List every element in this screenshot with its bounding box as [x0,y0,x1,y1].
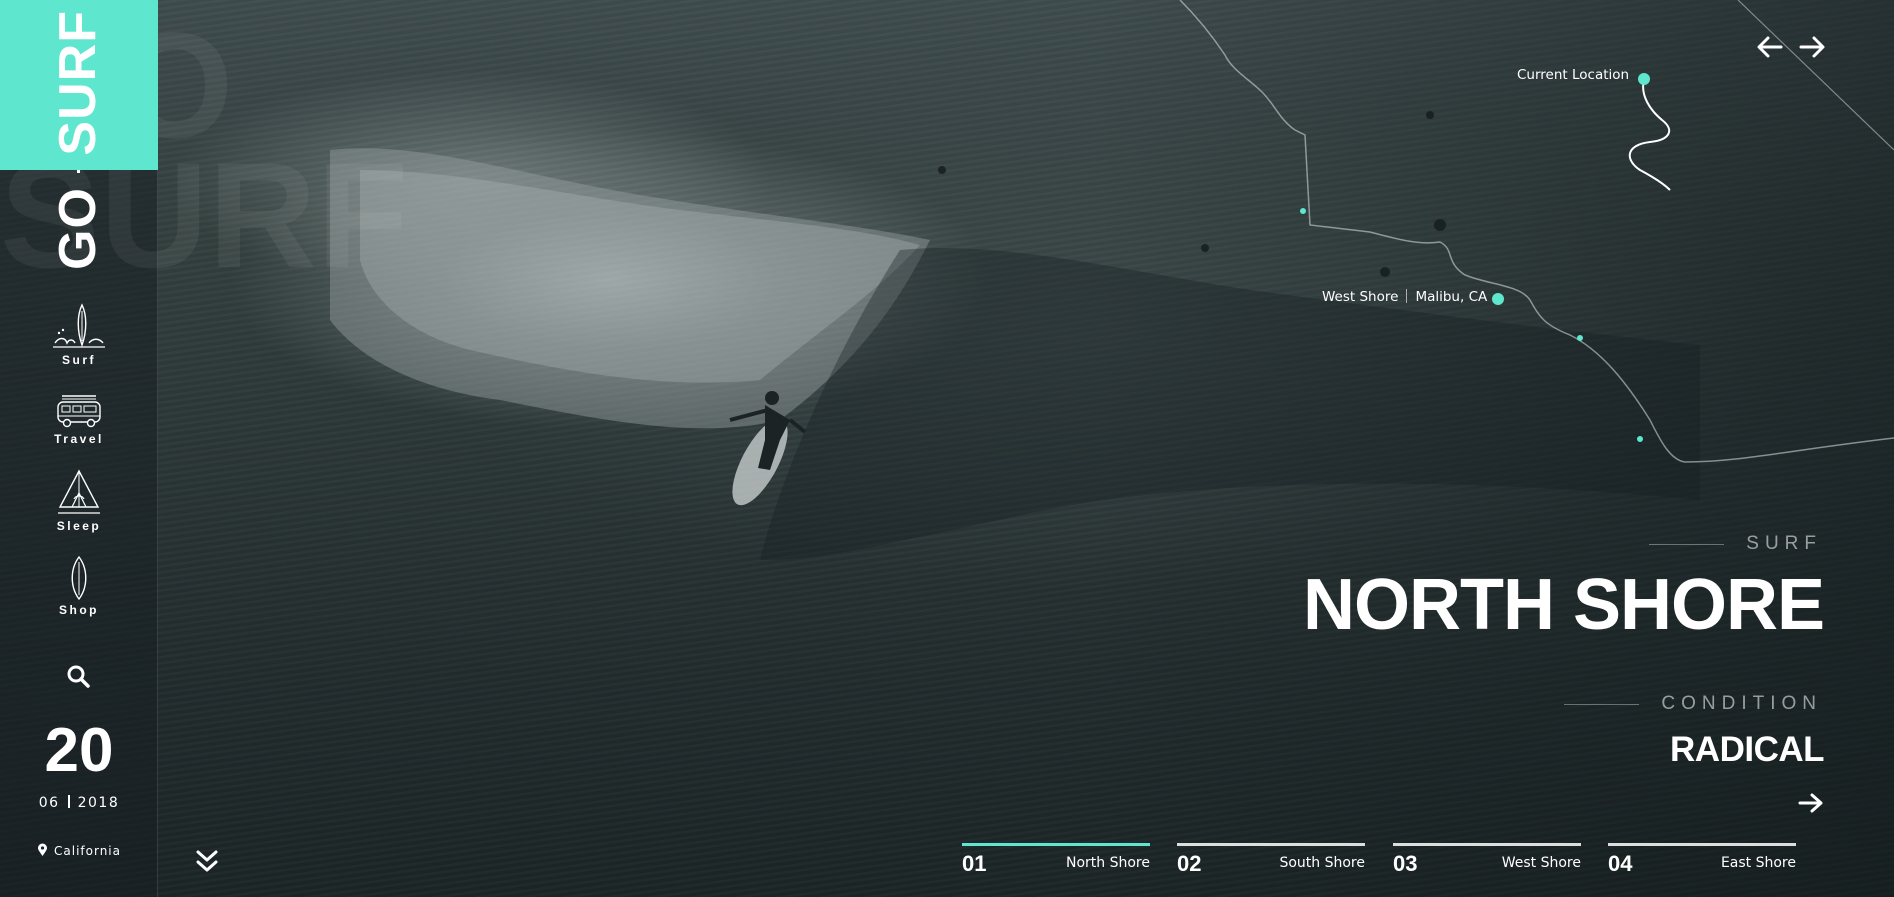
sidebar-item-travel[interactable]: Travel [0,392,158,446]
date-separator [67,795,70,808]
date-day: 20 [44,716,114,785]
sidebar-item-label: Shop [59,603,99,617]
search-button[interactable] [65,663,93,691]
tab-west-shore[interactable]: 03 West Shore [1393,843,1581,877]
tab-number: 03 [1393,851,1418,876]
arrow-right-icon [1798,793,1823,813]
date-month-year: 06 2018 [0,795,158,811]
location-indicator[interactable]: California [0,843,158,858]
location-name: California [54,844,121,858]
tab-north-shore[interactable]: 01 North Shore [962,843,1150,877]
current-location-label: Current Location [1517,67,1630,83]
prev-arrow-button[interactable] [1755,34,1785,60]
tab-east-shore[interactable]: 04 East Shore [1608,843,1796,877]
sidebar-item-shop[interactable]: Shop [0,555,158,617]
sidebar-item-surf[interactable]: Surf [0,303,158,367]
tab-number: 04 [1608,851,1633,876]
surfboard-waves-icon [53,303,105,348]
tab-number: 02 [1177,851,1202,876]
tab-number: 01 [962,851,987,876]
sidebar-item-label: Travel [54,432,104,446]
sidebar: GO SURF GO SURF Surf Travel [0,0,408,897]
condition-label: CONDITION [1661,693,1822,714]
eyebrow-rule [1649,543,1725,545]
sidebar-item-sleep[interactable]: Sleep [0,467,158,533]
tab-label: West Shore [1501,855,1581,871]
map-pin-label[interactable]: West Shore Malibu, CA [1322,289,1487,305]
surfboard-icon [71,555,87,601]
map-pin-icon [38,843,47,856]
condition-rule [1564,703,1640,705]
spot-eyebrow: SURF [1649,533,1822,555]
pin-place-name: Malibu, CA [1415,289,1488,305]
sidebar-item-label: Sleep [56,519,102,533]
arrow-right-icon [1799,36,1825,58]
tent-icon [58,469,100,514]
double-chevron-down-icon [196,850,218,872]
logo-separator [76,169,80,174]
van-icon [57,395,101,428]
pin-spot-name: West Shore [1322,289,1399,305]
logo-go: GO [49,187,107,270]
tab-south-shore[interactable]: 02 South Shore [1177,843,1365,877]
search-icon [67,665,90,688]
date-year: 2018 [77,795,120,811]
scroll-down-button[interactable] [194,848,220,876]
tab-label: North Shore [1066,855,1150,871]
tab-label: East Shore [1720,855,1796,871]
pin-divider [1406,289,1408,303]
details-arrow-button[interactable] [1798,792,1824,814]
arrow-left-icon [1757,36,1783,58]
sidebar-item-label: Surf [62,353,96,367]
logo-surf: SURF [49,10,107,156]
eyebrow-text: SURF [1746,533,1822,554]
next-arrow-button[interactable] [1797,34,1827,60]
date-month: 06 [38,795,60,811]
logo[interactable]: GO SURF [48,10,108,270]
condition-value: RADICAL [1670,730,1824,769]
condition-heading: CONDITION [1564,693,1822,715]
tab-label: South Shore [1279,855,1365,871]
spot-title: NORTH SHORE [1302,565,1825,645]
